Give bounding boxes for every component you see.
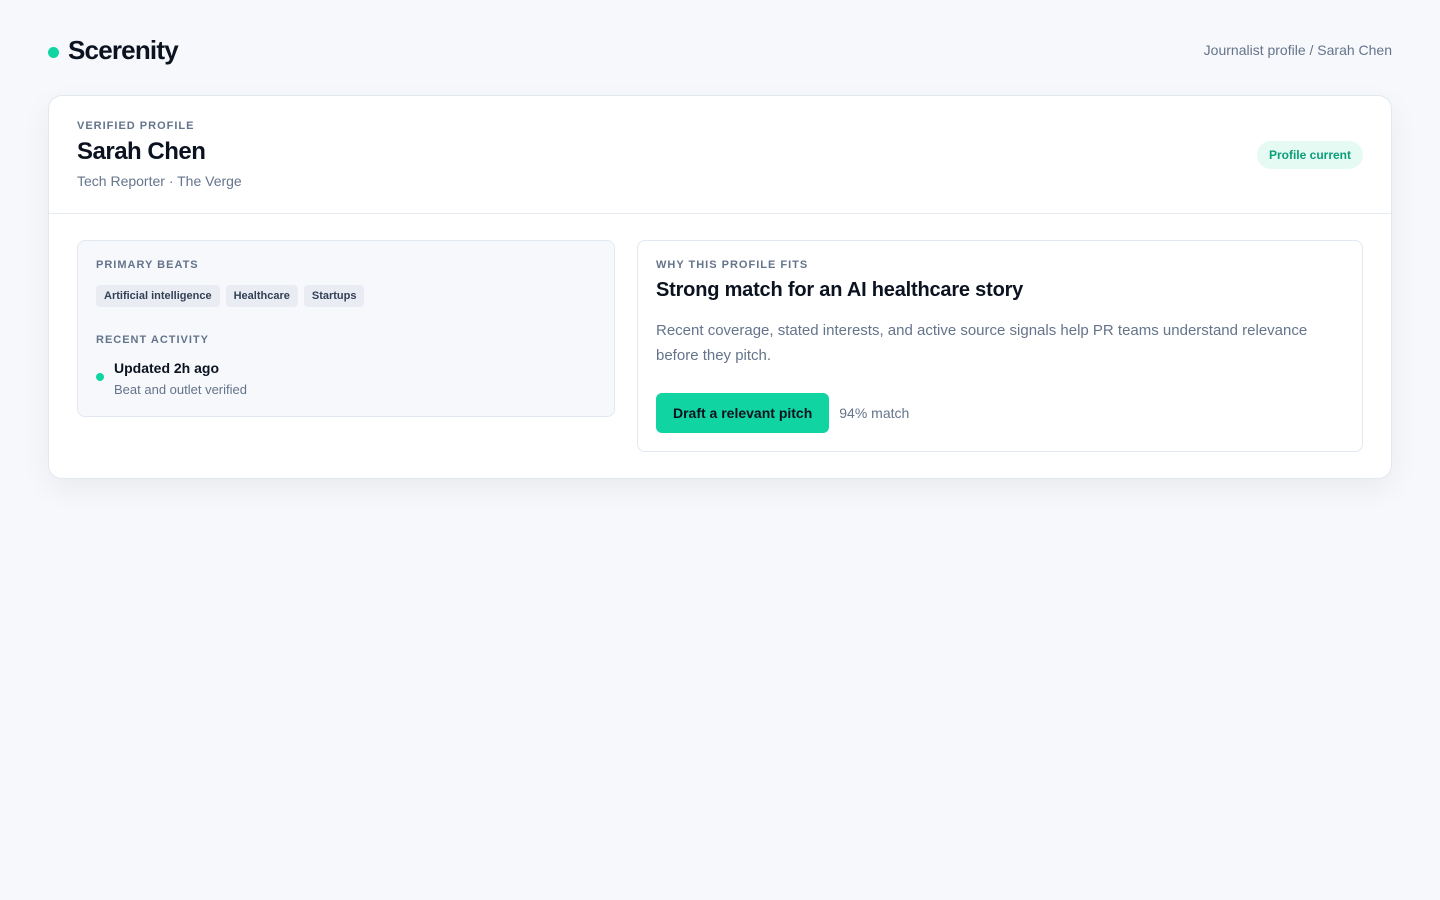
breadcrumb: Journalist profile / Sarah Chen [1203,42,1392,58]
status-dot-icon [96,373,104,381]
journalist-role-outlet: Tech Reporter · The Verge [77,173,242,189]
profile-fit-title: Strong match for an AI healthcare story [656,279,1024,301]
brand-dot-icon [48,46,59,58]
top-bar: Scerenity Journalist profile / Sarah Che… [48,32,1392,68]
beat-tag: Healthcare [225,285,298,307]
activity-title: Updated 2h ago [114,360,220,376]
beat-tags: Artificial intelligence Healthcare Start… [96,285,596,307]
beat-tag: Artificial intelligence [96,285,220,307]
match-score: 94% match [839,405,910,421]
recent-activity-heading: RECENT ACTIVITY [96,334,209,346]
profile-card: VERIFIED PROFILE Sarah Chen Tech Reporte… [48,95,1392,479]
pitch-actions: Draft a relevant pitch 94% match [656,393,1344,433]
profile-header: VERIFIED PROFILE Sarah Chen Tech Reporte… [49,96,1391,214]
profile-fit-heading: WHY THIS PROFILE FITS [656,259,809,271]
journalist-name: Sarah Chen [77,138,206,165]
activity-item: Updated 2h ago Beat and outlet verified [96,360,596,397]
profile-fit-panel: WHY THIS PROFILE FITS Strong match for a… [637,240,1363,452]
profile-status-badge: Profile current [1256,141,1363,169]
draft-pitch-button[interactable]: Draft a relevant pitch [656,393,830,433]
profile-body: PRIMARY BEATS Artificial intelligence He… [49,214,1391,452]
activity-detail: Beat and outlet verified [114,382,247,397]
brand-logo[interactable]: Scerenity [48,34,179,66]
primary-beats-heading: PRIMARY BEATS [96,259,199,271]
beats-activity-panel: PRIMARY BEATS Artificial intelligence He… [77,240,615,417]
verified-profile-label: VERIFIED PROFILE [77,120,195,132]
brand-name: Scerenity [68,34,179,65]
beat-tag: Startups [303,285,365,307]
profile-fit-description: Recent coverage, stated interests, and a… [656,322,1308,364]
